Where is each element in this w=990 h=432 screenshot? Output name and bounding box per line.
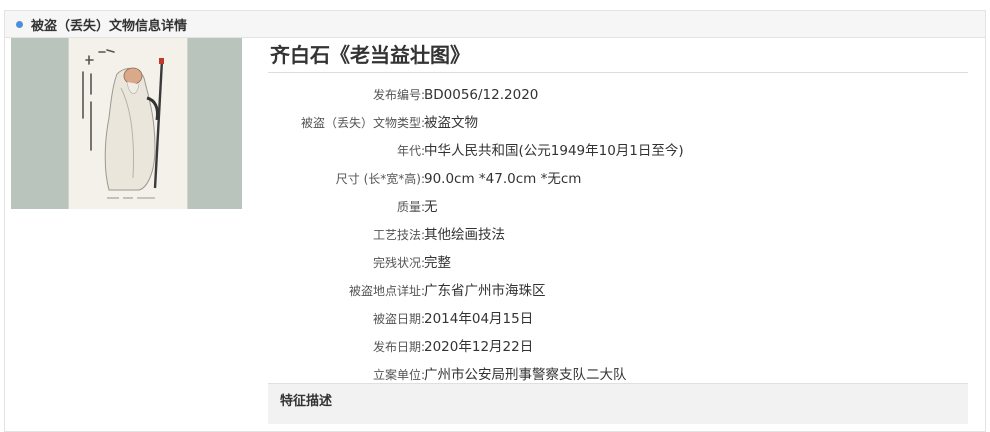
field-row-publish-date: 发布日期: 2020年12月22日	[268, 333, 968, 361]
field-row-era: 年代: 中华人民共和国(公元1949年10月1日至今)	[268, 137, 968, 165]
field-label: 完残状况:	[372, 256, 425, 270]
artifact-title: 齐白石《老当益壮图》	[268, 38, 968, 73]
field-value: BD0056/12.2020	[424, 87, 539, 103]
field-label: 工艺技法:	[372, 228, 425, 242]
field-row-stolen-date: 被盗日期: 2014年04月15日	[268, 305, 968, 333]
artifact-image[interactable]	[11, 38, 242, 209]
field-value: 其他绘画技法	[424, 227, 505, 243]
painting-paper	[68, 38, 188, 209]
section-title: 特征描述	[280, 394, 333, 409]
field-label: 发布日期:	[372, 340, 425, 354]
field-value: 2020年12月22日	[424, 339, 534, 355]
panel-header: 被盗（丢失）文物信息详情	[5, 11, 985, 38]
field-row-mass: 质量: 无	[268, 193, 968, 221]
field-value: 90.0cm *47.0cm *无cm	[424, 171, 582, 187]
field-row-size: 尺寸 (长*宽*高): 90.0cm *47.0cm *无cm	[268, 165, 968, 193]
field-row-condition: 完残状况: 完整	[268, 249, 968, 277]
field-value: 中华人民共和国(公元1949年10月1日至今)	[424, 143, 684, 159]
painting-figure	[82, 49, 164, 199]
field-value: 无	[424, 199, 438, 215]
field-value: 被盗文物	[424, 115, 478, 131]
artifact-info: 齐白石《老当益壮图》 发布编号: BD0056/12.2020 被盗（丢失）文物…	[268, 38, 968, 389]
field-row-technique: 工艺技法: 其他绘画技法	[268, 221, 968, 249]
field-value: 广东省广州市海珠区	[424, 283, 546, 299]
field-value: 完整	[424, 255, 451, 271]
field-row-number: 发布编号: BD0056/12.2020	[268, 81, 968, 109]
field-label: 被盗地点详址:	[348, 284, 425, 298]
field-label: 年代:	[396, 144, 425, 158]
field-label: 尺寸 (长*宽*高):	[335, 172, 425, 186]
field-label: 质量:	[396, 200, 425, 214]
bullet-icon	[16, 20, 23, 28]
feature-section-header: 特征描述	[268, 383, 968, 424]
field-label: 被盗（丢失）文物类型:	[300, 116, 425, 130]
field-row-location: 被盗地点详址: 广东省广州市海珠区	[268, 277, 968, 305]
field-label: 被盗日期:	[372, 312, 425, 326]
field-label: 发布编号:	[372, 88, 425, 102]
field-row-type: 被盗（丢失）文物类型: 被盗文物	[268, 109, 968, 137]
panel-title: 被盗（丢失）文物信息详情	[31, 18, 188, 34]
field-value: 2014年04月15日	[424, 311, 534, 327]
